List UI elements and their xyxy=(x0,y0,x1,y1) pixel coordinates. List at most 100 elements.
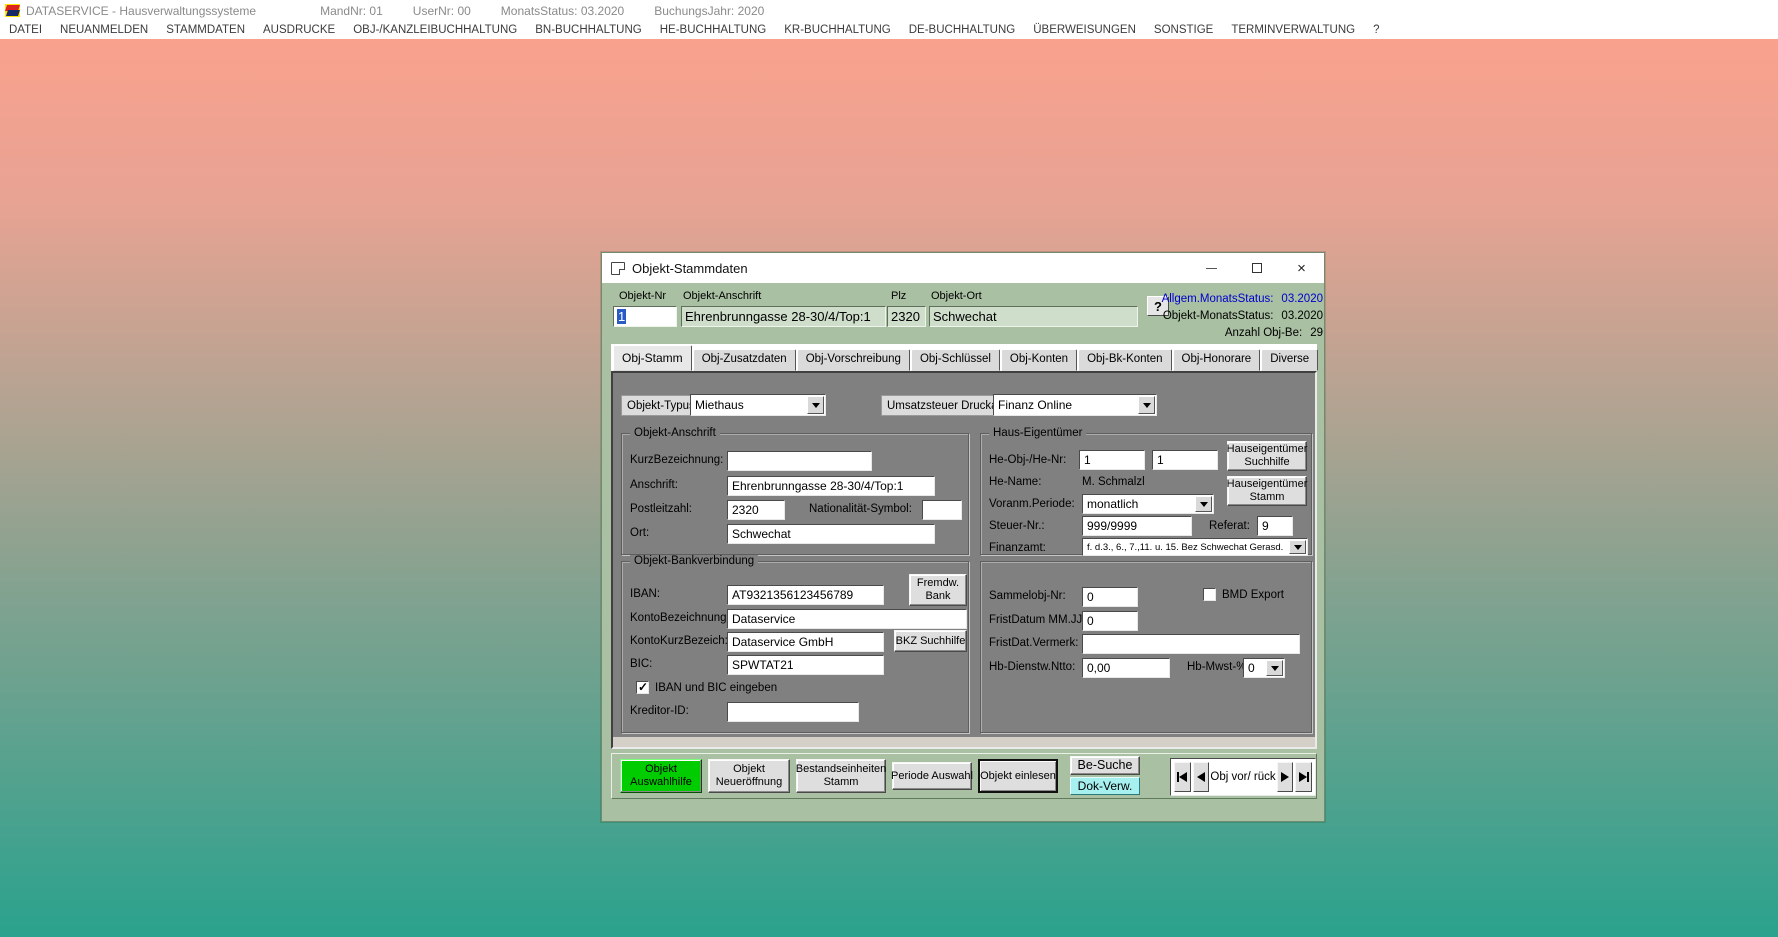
menu-sonstige[interactable]: SONSTIGE xyxy=(1145,24,1222,36)
be-suche-button[interactable]: Be-Suche xyxy=(1070,756,1140,775)
tab-obj-zusatzdaten[interactable]: Obj-Zusatzdaten xyxy=(693,349,796,371)
hauseigentuemer-stamm-button[interactable]: Hauseigentümer Stamm xyxy=(1227,476,1307,506)
menu-ueberweisungen[interactable]: ÜBERWEISUNGEN xyxy=(1024,24,1145,36)
menu-ausdrucke[interactable]: AUSDRUCKE xyxy=(254,24,344,36)
kontokurzbezeich-input[interactable]: Dataservice GmbH xyxy=(727,632,884,652)
nav-next-button[interactable] xyxy=(1277,762,1294,792)
postleitzahl-input[interactable]: 2320 xyxy=(727,500,785,520)
objekt-typus-dropdown[interactable]: Miethaus xyxy=(690,394,826,416)
kreditor-id-label: Kreditor-ID: xyxy=(630,705,689,717)
button-line: BKZ Suchhilfe xyxy=(896,635,966,648)
menu-kr-buchhaltung[interactable]: KR-BUCHHALTUNG xyxy=(775,24,900,36)
hb-mwst-dropdown[interactable]: 0 xyxy=(1243,658,1285,678)
objekt-typus-value: Miethaus xyxy=(695,398,744,412)
kreditor-id-input[interactable] xyxy=(727,702,859,722)
iban-input[interactable]: AT9321356123456789 xyxy=(727,585,884,605)
dropdown-arrow-icon[interactable] xyxy=(1266,660,1283,676)
dialog-titlebar[interactable]: Objekt-Stammdaten × xyxy=(602,253,1324,283)
umsatzsteuer-druckart-dropdown[interactable]: Finanz Online xyxy=(993,394,1157,416)
finanzamt-label: Finanzamt: xyxy=(989,542,1046,554)
sammelobj-nr-label: Sammelobj-Nr: xyxy=(989,590,1066,602)
fremdw-bank-button[interactable]: Fremdw. Bank xyxy=(909,574,967,606)
minimize-icon xyxy=(1206,268,1217,269)
nationalitaet-symbol-input[interactable] xyxy=(922,500,962,520)
fristdatum-input[interactable]: 0 xyxy=(1082,611,1138,631)
periode-auswahl-button[interactable]: Periode Auswahl xyxy=(892,762,972,790)
button-line: Stamm xyxy=(824,776,859,789)
steuer-nr-input[interactable]: 999/9999 xyxy=(1082,516,1192,536)
sammelobj-nr-input[interactable]: 0 xyxy=(1082,587,1138,607)
objekt-nr-input[interactable]: 1 xyxy=(613,306,677,327)
dropdown-arrow-icon[interactable] xyxy=(807,396,824,414)
nav-first-button[interactable] xyxy=(1174,762,1191,792)
menu-help[interactable]: ? xyxy=(1364,24,1388,36)
bestandseinheiten-stamm-button[interactable]: Bestandseinheiten Stamm xyxy=(796,759,886,793)
dok-verw-button[interactable]: Dok-Verw. xyxy=(1070,777,1140,795)
menu-terminverwaltung[interactable]: TERMINVERWALTUNG xyxy=(1222,24,1364,36)
he-name-label: He-Name: xyxy=(989,476,1041,488)
dropdown-arrow-icon[interactable] xyxy=(1138,396,1155,414)
tab-diverse[interactable]: Diverse xyxy=(1261,349,1318,371)
button-line: Stamm xyxy=(1250,491,1285,504)
objekt-auswahlhilfe-button[interactable]: Objekt Auswahlhilfe xyxy=(620,759,702,793)
menu-de-buchhaltung[interactable]: DE-BUCHHALTUNG xyxy=(900,24,1025,36)
finanzamt-dropdown[interactable]: f. d.3., 6., 7.,11. u. 15. Bez Schwechat… xyxy=(1082,538,1308,556)
dropdown-arrow-icon[interactable] xyxy=(1195,496,1212,512)
hb-mwst-value: 0 xyxy=(1248,661,1255,675)
iban-bic-checkbox[interactable] xyxy=(636,681,649,694)
menu-obj-kanzleibuchhaltung[interactable]: OBJ-/KANZLEIBUCHHALTUNG xyxy=(344,24,526,36)
maximize-button[interactable] xyxy=(1234,253,1279,283)
objekt-nr-value: 1 xyxy=(617,309,626,324)
minimize-button[interactable] xyxy=(1189,253,1234,283)
objekt-monatsstatus-value: 03.2020 xyxy=(1281,310,1323,322)
tab-obj-bk-konten[interactable]: Obj-Bk-Konten xyxy=(1078,349,1171,371)
button-line: Hauseigentümer xyxy=(1227,443,1308,456)
header-status: Allgem.MonatsStatus:03.2020 Objekt-Monat… xyxy=(1133,293,1323,344)
kontobezeichnung-input[interactable]: Dataservice xyxy=(727,609,967,629)
app-title: DATASERVICE - Hausverwaltungssysteme xyxy=(26,4,256,18)
fristdat-vermerk-input[interactable] xyxy=(1082,634,1300,654)
objekt-einlesen-button[interactable]: Objekt einlesen xyxy=(978,759,1058,793)
form-icon xyxy=(611,262,625,275)
tab-obj-schluessel[interactable]: Obj-Schlüssel xyxy=(911,349,1000,371)
bmd-export-checkbox[interactable] xyxy=(1203,588,1216,601)
tab-obj-konten[interactable]: Obj-Konten xyxy=(1001,349,1077,371)
button-line: Periode Auswahl xyxy=(891,770,973,783)
button-line: Objekt xyxy=(733,763,765,776)
anschrift-input[interactable]: Ehrenbrunngasse 28-30/4/Top:1 xyxy=(727,476,935,496)
nav-prev-button[interactable] xyxy=(1193,762,1210,792)
voranm-periode-label: Voranm.Periode: xyxy=(989,498,1075,510)
hb-dienstw-ntto-input[interactable]: 0,00 xyxy=(1082,658,1170,678)
menu-stammdaten[interactable]: STAMMDATEN xyxy=(157,24,254,36)
voranm-periode-value: monatlich xyxy=(1087,497,1138,511)
kontobezeichnung-label: KontoBezeichnung: xyxy=(630,612,730,624)
button-line: Hauseigentümer xyxy=(1227,478,1308,491)
close-button[interactable]: × xyxy=(1279,253,1324,283)
nav-last-button[interactable] xyxy=(1295,762,1312,792)
nav-prev-icon xyxy=(1197,772,1205,782)
footer-button-panel: Objekt Auswahlhilfe Objekt Neueröffnung … xyxy=(611,753,1317,799)
hauseigentuemer-suchhilfe-button[interactable]: Hauseigentümer Suchhilfe xyxy=(1227,441,1307,471)
status-monatsstatus: MonatsStatus: 03.2020 xyxy=(501,4,624,18)
objekt-neueroeffnung-button[interactable]: Objekt Neueröffnung xyxy=(708,759,790,793)
kurzbezeichnung-input[interactable] xyxy=(727,451,872,471)
menu-he-buchhaltung[interactable]: HE-BUCHHALTUNG xyxy=(651,24,776,36)
frist-group: Sammelobj-Nr: 0 BMD Export FristDatum MM… xyxy=(980,561,1312,733)
voranm-periode-dropdown[interactable]: monatlich xyxy=(1082,494,1214,514)
kontokurzbezeich-label: KontoKurzBezeich: xyxy=(630,635,728,647)
tab-obj-stamm[interactable]: Obj-Stamm xyxy=(613,345,692,371)
ort-input[interactable]: Schwechat xyxy=(727,524,935,544)
he-obj-nr-input[interactable]: 1 xyxy=(1079,450,1145,470)
tab-obj-vorschreibung[interactable]: Obj-Vorschreibung xyxy=(797,349,910,371)
menu-bn-buchhaltung[interactable]: BN-BUCHHALTUNG xyxy=(526,24,651,36)
button-line: Fremdw. xyxy=(917,577,959,590)
menu-datei[interactable]: DATEI xyxy=(0,24,51,36)
tab-obj-honorare[interactable]: Obj-Honorare xyxy=(1173,349,1261,371)
he-nr-input[interactable]: 1 xyxy=(1152,450,1218,470)
button-line: Objekt xyxy=(645,763,677,776)
dropdown-arrow-icon[interactable] xyxy=(1289,540,1306,554)
referat-input[interactable]: 9 xyxy=(1257,516,1293,536)
menu-neuanmelden[interactable]: NEUANMELDEN xyxy=(51,24,157,36)
bic-input[interactable]: SPWTAT21 xyxy=(727,655,884,675)
bkz-suchhilfe-button[interactable]: BKZ Suchhilfe xyxy=(894,630,967,652)
